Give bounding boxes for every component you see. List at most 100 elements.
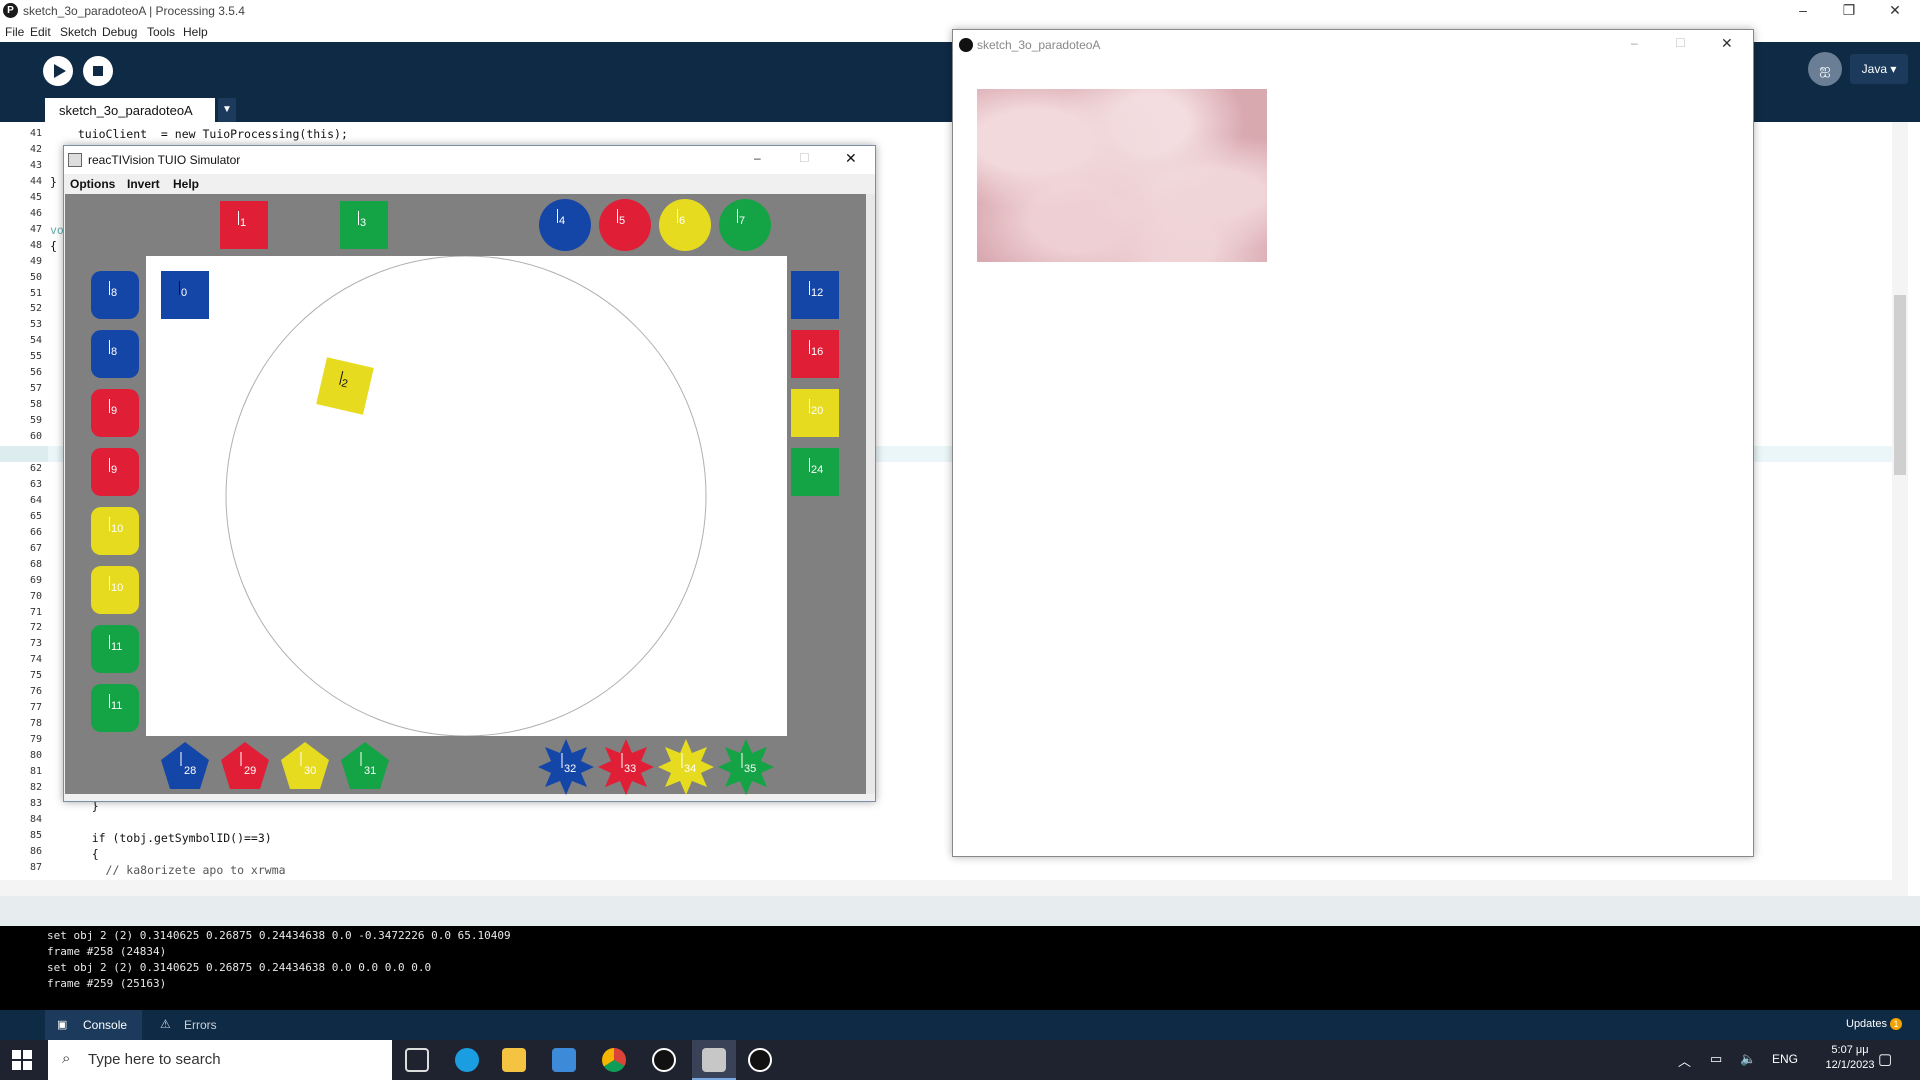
fiducial-1[interactable]: 1 — [220, 201, 268, 249]
menu-help[interactable]: Help — [173, 177, 199, 191]
chevron-up-icon[interactable]: ︿ — [1678, 1051, 1691, 1070]
line-number: 50 — [29, 271, 42, 283]
tab-console[interactable]: ▣ Console — [45, 1010, 142, 1040]
minimize-button[interactable]: – — [1631, 36, 1638, 50]
debug-mode-button[interactable]: ஐ — [1808, 52, 1842, 86]
line-number: 49 — [29, 255, 42, 267]
minimize-button[interactable]: – — [1780, 0, 1826, 22]
tab-menu-button[interactable]: ▼ — [218, 98, 236, 122]
java-taskbar-button[interactable] — [692, 1040, 736, 1080]
close-button[interactable]: ✕ — [1721, 35, 1733, 52]
fiducial-5[interactable]: 5 — [599, 199, 651, 251]
fiducial-10[interactable]: 10 — [91, 507, 139, 555]
maximize-button[interactable]: ☐ — [1675, 36, 1686, 50]
console-tab-label: Console — [83, 1018, 128, 1032]
console-line: set obj 2 (2) 0.3140625 0.26875 0.244346… — [47, 961, 432, 974]
notifications-icon[interactable]: ▢ — [1878, 1050, 1892, 1068]
code-line-87[interactable]: // ka8orizete apo to xrwma — [64, 863, 286, 877]
restore-button[interactable]: ❐ — [1826, 0, 1872, 22]
fiducial-35[interactable]: 35 — [717, 738, 775, 796]
errors-tab-label: Errors — [184, 1018, 217, 1032]
sketch-window: sketch_3o_paradoteoA – ☐ ✕ — [952, 29, 1754, 857]
menu-sketch[interactable]: Sketch — [60, 25, 97, 39]
fiducial-34[interactable]: 34 — [657, 738, 715, 796]
maximize-button[interactable]: ☐ — [799, 151, 810, 165]
editor-horizontal-scrollbar[interactable] — [0, 880, 1908, 896]
code-line-48[interactable]: { — [50, 239, 57, 253]
fiducial-10[interactable]: 10 — [91, 566, 139, 614]
run-button[interactable] — [43, 56, 73, 86]
code-line-86[interactable]: { — [64, 847, 99, 861]
minimize-button[interactable]: – — [754, 151, 761, 165]
line-number: 75 — [29, 670, 42, 682]
line-number: 42 — [29, 143, 42, 155]
line-number: 76 — [29, 686, 42, 698]
edge-icon[interactable] — [455, 1048, 479, 1072]
close-button[interactable]: ✕ — [845, 150, 857, 167]
table-circle — [225, 256, 707, 736]
menu-file[interactable]: File — [5, 25, 24, 39]
line-number: 68 — [29, 558, 42, 570]
tab-sketch[interactable]: sketch_3o_paradoteoA — [45, 98, 215, 122]
fiducial-11[interactable]: 11 — [91, 625, 139, 673]
menu-help[interactable]: Help — [183, 25, 208, 39]
fiducial-9[interactable]: 9 — [91, 448, 139, 496]
fiducial-7[interactable]: 7 — [719, 199, 771, 251]
fiducial-6[interactable]: 6 — [659, 199, 711, 251]
windows-taskbar: ⌕ Type here to search ︿ ▭ 🔈 ENG 5:07 μμ … — [0, 1040, 1920, 1080]
menu-invert[interactable]: Invert — [127, 177, 160, 191]
simulator-title: reacTIVision TUIO Simulator — [88, 153, 241, 167]
code-line-85[interactable]: if (tobj.getSymbolID()==3) — [64, 831, 272, 845]
fiducial-4[interactable]: 4 — [539, 199, 591, 251]
fiducial-28[interactable]: 28 — [159, 740, 211, 792]
close-button[interactable]: ✕ — [1872, 0, 1918, 22]
simulator-scrollbar[interactable] — [866, 194, 875, 794]
sketch-taskbar-icon[interactable] — [748, 1048, 772, 1072]
processing-taskbar-icon[interactable] — [652, 1048, 676, 1072]
tab-errors[interactable]: ⚠ Errors — [160, 1010, 250, 1040]
table-object-0[interactable]: 0 — [161, 271, 209, 319]
line-number: 47 — [29, 223, 42, 235]
task-view-icon[interactable] — [405, 1048, 429, 1072]
simulator-canvas[interactable]: 1 3 4 5 6 7 8 8 9 9 10 10 11 11 12 16 20… — [65, 194, 866, 796]
fiducial-29[interactable]: 29 — [219, 740, 271, 792]
language-indicator[interactable]: ENG — [1772, 1052, 1798, 1066]
fiducial-31[interactable]: 31 — [339, 740, 391, 792]
fiducial-3[interactable]: 3 — [340, 201, 388, 249]
chrome-icon[interactable] — [602, 1048, 626, 1072]
code-line-41[interactable]: tuioClient = new TuioProcessing(this); — [64, 127, 348, 141]
fiducial-32[interactable]: 32 — [537, 738, 595, 796]
fiducial-30[interactable]: 30 — [279, 740, 331, 792]
file-explorer-icon[interactable] — [502, 1048, 526, 1072]
editor-vertical-scrollbar[interactable] — [1892, 122, 1908, 880]
java-icon — [68, 153, 82, 167]
menu-tools[interactable]: Tools — [147, 25, 175, 39]
fiducial-8[interactable]: 8 — [91, 330, 139, 378]
fiducial-9[interactable]: 9 — [91, 389, 139, 437]
clock[interactable]: 5:07 μμ 12/1/2023 — [1815, 1044, 1885, 1071]
code-line-47[interactable]: vo — [50, 223, 64, 237]
stop-button[interactable] — [83, 56, 113, 86]
line-number: 44 — [29, 175, 42, 187]
store-icon[interactable] — [552, 1048, 576, 1072]
fiducial-12[interactable]: 12 — [791, 271, 839, 319]
volume-icon[interactable]: 🔈 — [1740, 1051, 1756, 1067]
network-icon[interactable]: ▭ — [1710, 1051, 1722, 1067]
fiducial-16[interactable]: 16 — [791, 330, 839, 378]
menu-options[interactable]: Options — [70, 177, 115, 191]
editor-scroll-thumb[interactable] — [1894, 295, 1906, 475]
fiducial-20[interactable]: 20 — [791, 389, 839, 437]
code-line-44[interactable]: } — [50, 175, 57, 189]
fiducial-24[interactable]: 24 — [791, 448, 839, 496]
console-line: frame #259 (25163) — [47, 977, 167, 990]
fiducial-11[interactable]: 11 — [91, 684, 139, 732]
fiducial-33[interactable]: 33 — [597, 738, 655, 796]
mode-selector[interactable]: Java ▾ — [1850, 54, 1908, 84]
taskbar-search[interactable]: ⌕ Type here to search — [48, 1040, 392, 1080]
updates-link[interactable]: Updates 1 — [1846, 1018, 1903, 1030]
menu-edit[interactable]: Edit — [30, 25, 51, 39]
line-number: 59 — [29, 415, 42, 427]
windows-start-button[interactable] — [12, 1050, 32, 1070]
menu-debug[interactable]: Debug — [102, 25, 137, 39]
fiducial-8[interactable]: 8 — [91, 271, 139, 319]
